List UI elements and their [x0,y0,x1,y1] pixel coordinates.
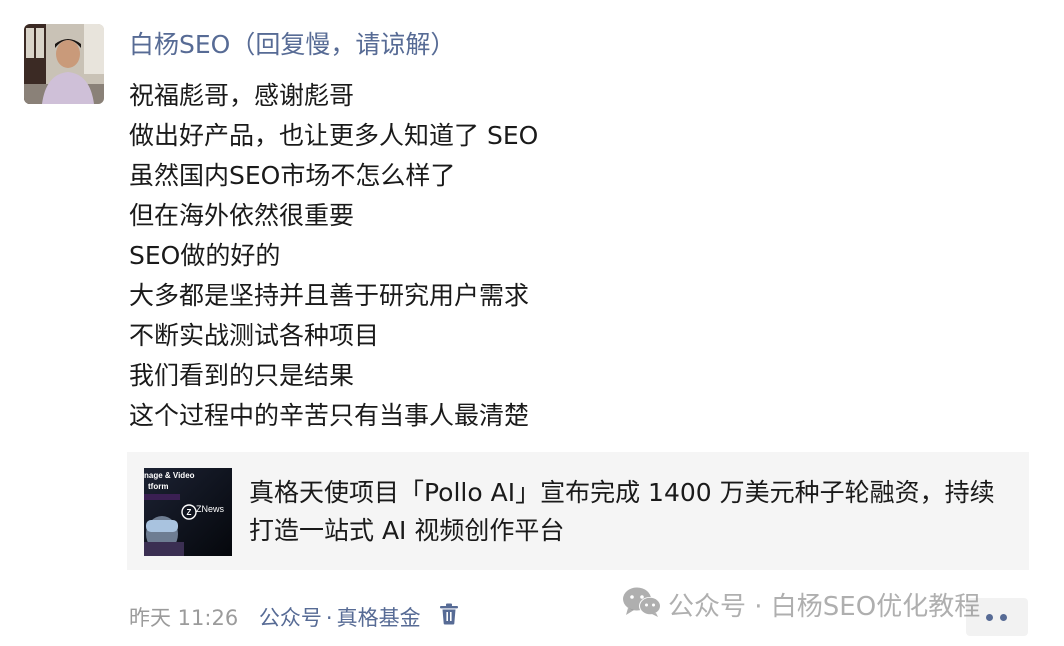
watermark-text: 公众号 · 白杨SEO优化教程 [668,592,981,622]
wechat-icon [622,586,662,628]
article-title[interactable]: 真格天使项目「Pollo AI」宣布完成 1400 万美元种子轮融资，持续打造一… [249,474,1019,550]
message-body: 祝福彪哥，感谢彪哥 做出好产品，也让更多人知道了 SEO 虽然国内SEO市场不怎… [129,76,1029,436]
ellipsis-icon [1000,614,1007,621]
watermark: 公众号 · 白杨SEO优化教程 [622,586,980,622]
thumbnail-brand: ZNews [196,504,225,514]
message-line: 祝福彪哥，感谢彪哥 [129,81,355,110]
article-thumbnail: Z nage & Video tform ZNews [144,468,232,556]
message-line: 我们看到的只是结果 [129,361,355,390]
source-name[interactable]: 真格基金 [337,606,421,630]
ellipsis-icon [986,614,993,621]
message-line: 做出好产品，也让更多人知道了 SEO [129,121,539,150]
message-line: 大多都是坚持并且善于研究用户需求 [129,281,530,310]
message-line: 但在海外依然很重要 [129,201,355,230]
post-meta: 昨天 11:26 公众号 · 真格基金 [129,600,459,634]
message-line: 这个过程中的辛苦只有当事人最清楚 [129,401,530,430]
avatar[interactable] [24,24,104,104]
thumbnail-caption: tform [148,482,169,491]
author-name[interactable]: 白杨SEO（回复慢，请谅解） [129,27,455,63]
svg-text:Z: Z [187,508,192,517]
message-line: SEO做的好的 [129,241,281,270]
message-line: 不断实战测试各种项目 [129,321,380,350]
source-prefix[interactable]: 公众号 [259,606,322,630]
trash-icon[interactable] [439,601,459,635]
message-line: 虽然国内SEO市场不怎么样了 [129,161,456,190]
source-separator: · [325,606,333,630]
post-time: 昨天 11:26 [129,606,239,630]
shared-article-card[interactable]: Z nage & Video tform ZNews 真格天使项目「Pollo … [127,452,1029,570]
thumbnail-caption: nage & Video [144,471,195,480]
avatar-photo [24,24,104,104]
